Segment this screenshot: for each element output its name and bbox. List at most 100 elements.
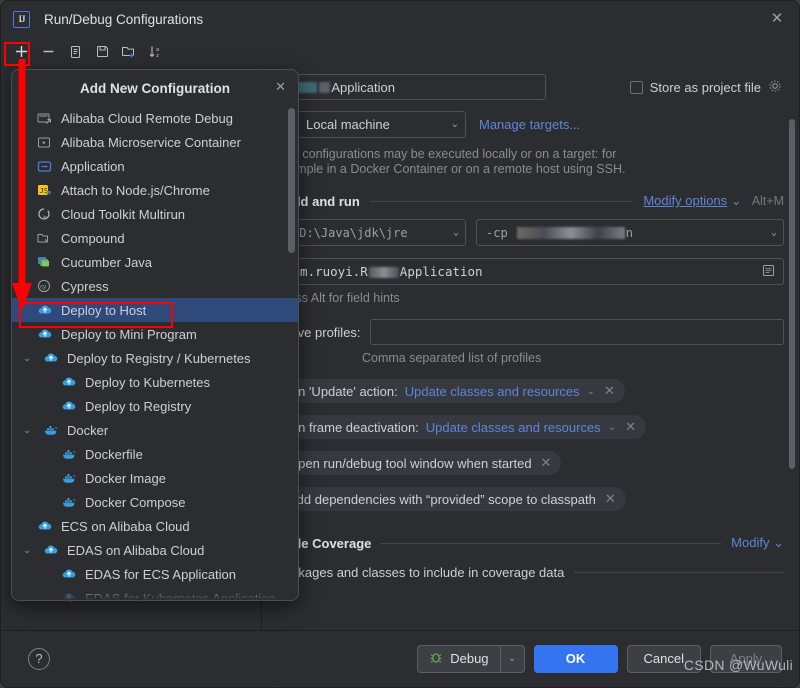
modify-options-label: Modify options <box>643 193 728 208</box>
chevron-down-icon[interactable]: ⌄ <box>499 645 524 672</box>
configuration-type-list[interactable]: Alibaba Cloud Remote Debug Alibaba Micros… <box>12 106 298 600</box>
cucumber-icon <box>36 254 53 271</box>
config-type-item[interactable]: ⌄ EDAS on Alibaba Cloud <box>12 538 298 562</box>
config-type-item[interactable]: Compound <box>12 226 298 250</box>
config-type-label: Deploy to Host <box>61 302 147 318</box>
close-icon[interactable]: ✕ <box>602 383 615 399</box>
option-chip-value[interactable]: Update classes and resources <box>426 420 601 435</box>
config-type-label: Alibaba Cloud Remote Debug <box>61 110 233 126</box>
jre-select[interactable]: 8 D:\Java\jdk\jre ⌄ <box>276 219 466 246</box>
cloud-upload-icon <box>60 566 77 583</box>
add-configuration-button[interactable] <box>9 40 33 62</box>
run-target-value: Local machine <box>306 117 390 132</box>
close-icon[interactable]: ✕ <box>769 11 785 27</box>
divider <box>574 572 784 573</box>
config-type-item[interactable]: Cucumber Java <box>12 250 298 274</box>
container-icon <box>36 134 53 151</box>
config-type-item[interactable]: Alibaba Microservice Container <box>12 130 298 154</box>
configuration-name-input[interactable]: RApplication <box>276 74 546 100</box>
chevron-down-icon[interactable]: ⌄ <box>20 353 34 364</box>
popup-scrollbar[interactable] <box>288 108 295 253</box>
store-as-project-file-checkbox[interactable] <box>629 80 643 94</box>
option-chip-on-frame-deactivation[interactable]: On frame deactivation: Update classes an… <box>276 415 646 439</box>
compound-icon <box>36 230 53 247</box>
watermark: CSDN @WuWuli <box>683 657 793 673</box>
config-type-item[interactable]: cy Cypress <box>12 274 298 298</box>
close-icon[interactable]: ✕ <box>603 491 616 507</box>
modify-options-link[interactable]: Modify options ⌄ <box>643 193 741 209</box>
config-type-item[interactable]: Alibaba Cloud Remote Debug <box>12 106 298 130</box>
ok-button[interactable]: OK <box>533 644 618 673</box>
remove-configuration-button[interactable] <box>36 40 60 62</box>
config-type-item[interactable]: Docker Image <box>12 466 298 490</box>
config-type-label: ECS on Alibaba Cloud <box>61 518 190 534</box>
chevron-down-icon[interactable]: ⌄ <box>608 422 616 433</box>
option-chip-open-tool-window[interactable]: Open run/debug tool window when started … <box>276 451 562 475</box>
chevron-down-icon[interactable]: ⌄ <box>587 386 595 397</box>
coverage-modify-link[interactable]: Modify ⌄ <box>731 535 784 551</box>
application-icon <box>36 158 53 175</box>
jre-and-classpath-row: 8 D:\Java\jdk\jre ⌄ -cp n ⌄ <box>276 219 784 246</box>
config-type-item[interactable]: Application <box>12 154 298 178</box>
cloud-upload-icon <box>42 542 59 559</box>
manage-targets-link[interactable]: Manage targets... <box>479 117 580 132</box>
classpath-prefix: -cp <box>486 225 508 240</box>
cloud-upload-icon <box>36 518 53 535</box>
copy-configuration-button[interactable] <box>63 40 87 62</box>
help-icon[interactable]: ? <box>28 647 50 670</box>
code-coverage-section-header: Code Coverage Modify ⌄ <box>276 535 784 551</box>
docker-icon <box>60 494 77 511</box>
close-icon[interactable]: ✕ <box>275 81 286 94</box>
popup-title: Add New Configuration <box>80 80 230 96</box>
close-icon[interactable]: ✕ <box>539 455 552 471</box>
config-type-item[interactable]: JS Attach to Node.js/Chrome <box>12 178 298 202</box>
main-class-input[interactable]: com.ruoyi.R Application <box>276 258 784 285</box>
gear-icon[interactable] <box>768 79 782 96</box>
divider <box>381 542 722 544</box>
multirun-icon <box>36 206 53 223</box>
config-type-item[interactable]: Deploy to Host <box>12 298 298 322</box>
config-type-item[interactable]: Dockerfile <box>12 442 298 466</box>
option-chip-provided-scope[interactable]: Add dependencies with “provided” scope t… <box>276 487 626 511</box>
divider <box>369 200 634 202</box>
chevron-down-icon[interactable]: ⌄ <box>20 545 34 556</box>
editor-scrollbar[interactable] <box>789 119 795 469</box>
config-type-item[interactable]: EDAS for ECS Application <box>12 562 298 586</box>
add-new-configuration-popup: Add New Configuration ✕ Alibaba Cloud Re… <box>11 69 299 601</box>
field-hint-text: Press Alt for field hints <box>276 291 400 305</box>
chevron-down-icon: ⌄ <box>452 227 459 238</box>
config-type-item[interactable]: ⌄ Deploy to Registry / Kubernetes <box>12 346 298 370</box>
store-as-project-file-row[interactable]: Store as project file <box>629 79 784 96</box>
chevron-down-icon[interactable]: ⌄ <box>20 425 34 436</box>
new-folder-button[interactable] <box>117 40 141 62</box>
config-type-item[interactable]: ECS on Alibaba Cloud <box>12 514 298 538</box>
debug-label: Debug <box>450 651 489 666</box>
config-type-label: Docker Image <box>85 470 166 486</box>
config-type-item[interactable]: Deploy to Mini Program <box>12 322 298 346</box>
cloud-upload-icon <box>36 326 53 343</box>
build-and-run-section-header: Build and run Modify options ⌄ Alt+M <box>276 193 784 209</box>
classpath-module-select[interactable]: -cp n ⌄ <box>476 219 784 246</box>
option-chip-on-update-action[interactable]: On 'Update' action: Update classes and r… <box>276 379 625 403</box>
active-profiles-input[interactable] <box>369 319 784 345</box>
save-configuration-button[interactable] <box>90 40 114 62</box>
config-type-item[interactable]: ⌄ Docker <box>12 418 298 442</box>
option-chip-label: On 'Update' action: <box>288 383 398 399</box>
coverage-modify-label: Modify <box>731 535 770 550</box>
sort-az-button[interactable]: az <box>144 40 168 62</box>
main-class-value: com.ruoyi.R Application <box>285 264 483 279</box>
option-chip-value[interactable]: Update classes and resources <box>405 384 580 399</box>
browse-icon[interactable] <box>762 264 775 280</box>
config-type-item[interactable]: Docker Compose <box>12 490 298 514</box>
debug-button[interactable]: Debug ⌄ <box>417 644 525 673</box>
active-profiles-hint: Comma separated list of profiles <box>362 351 542 365</box>
config-type-item[interactable]: Deploy to Kubernetes <box>12 370 298 394</box>
docker-icon <box>60 470 77 487</box>
close-icon[interactable]: ✕ <box>623 419 636 435</box>
intellij-idea-icon: IJ <box>13 10 30 28</box>
configuration-editor-pane: RApplication Store as project file Local… <box>262 67 798 630</box>
config-type-label: Cucumber Java <box>61 254 153 270</box>
config-type-item[interactable]: Deploy to Registry <box>12 394 298 418</box>
config-type-item[interactable]: Cloud Toolkit Multirun <box>12 202 298 226</box>
run-target-select[interactable]: Local machine ⌄ <box>276 111 466 138</box>
